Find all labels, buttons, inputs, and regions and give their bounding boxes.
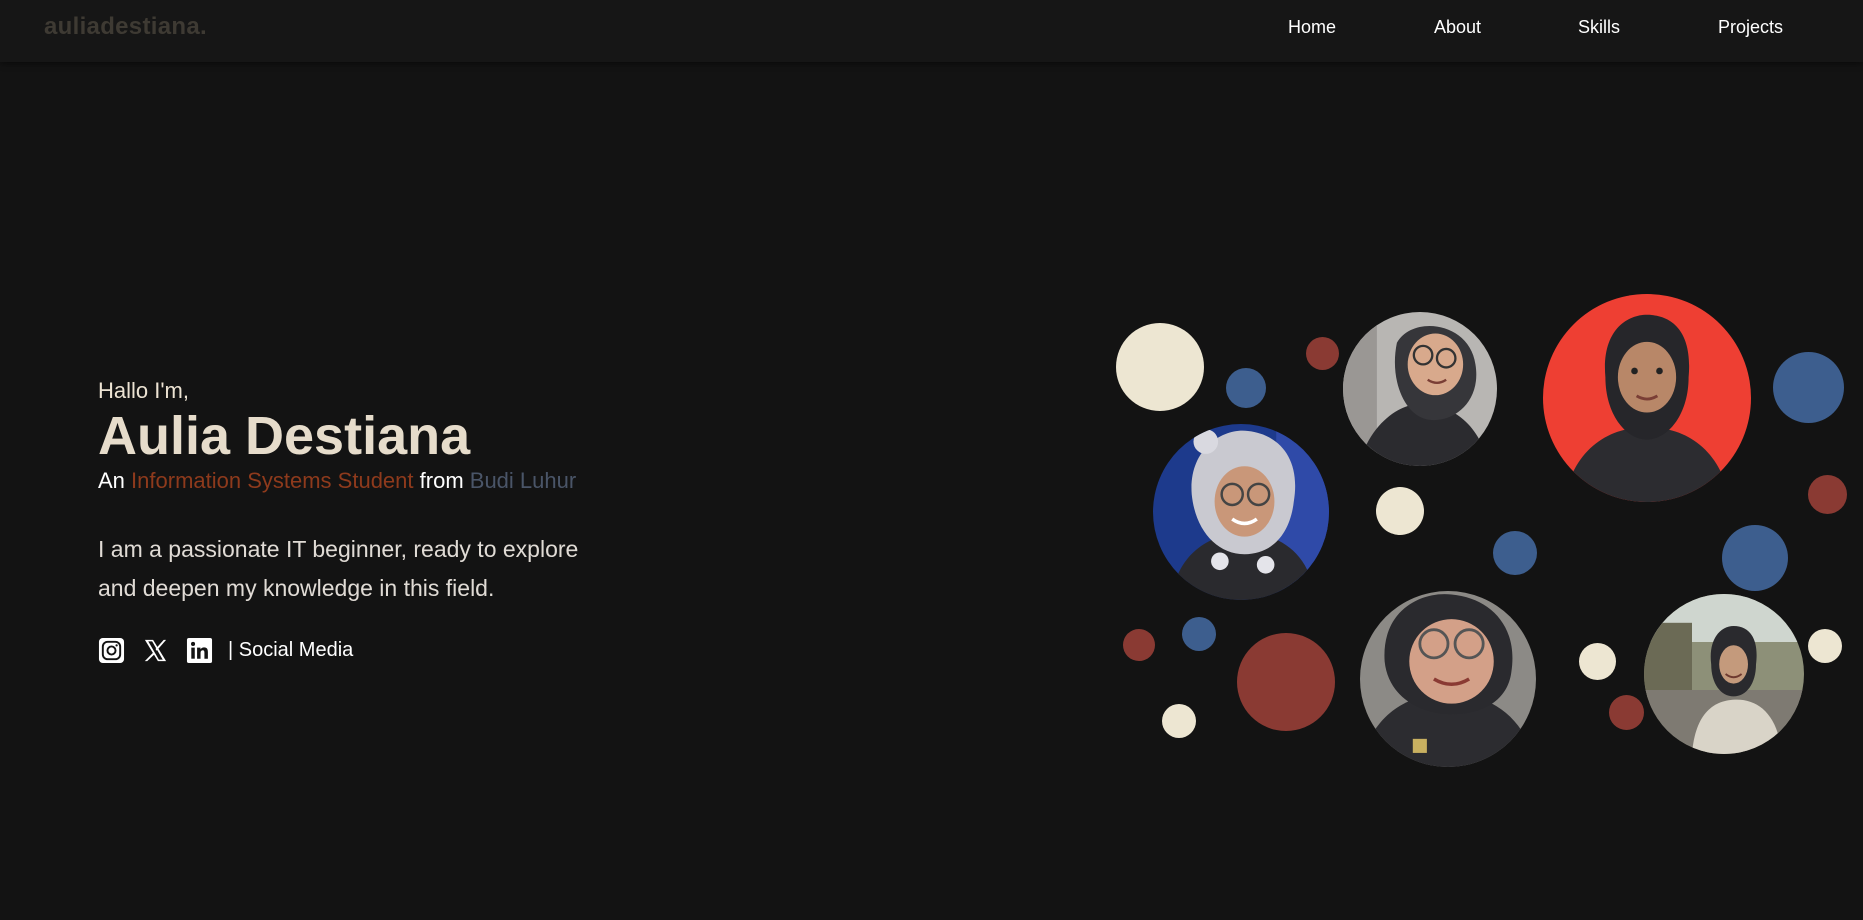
decor-bubble <box>1162 704 1196 738</box>
hero-section: Hallo I'm, Aulia Destiana An Information… <box>98 378 718 664</box>
decor-bubble <box>1579 643 1616 680</box>
profile-photo <box>1644 594 1804 754</box>
decor-bubble <box>1808 475 1847 514</box>
nav-skills-link[interactable]: Skills <box>1578 17 1620 38</box>
tagline-prefix: An <box>98 468 125 493</box>
linkedin-icon[interactable] <box>186 637 213 664</box>
social-media-label: | Social Media <box>228 638 354 661</box>
decor-bubble <box>1773 352 1844 423</box>
brand-logo[interactable]: auliadestiana. <box>44 13 207 41</box>
decor-bubble <box>1493 531 1537 575</box>
decor-bubble <box>1376 487 1424 535</box>
decor-bubble <box>1808 629 1842 663</box>
top-navbar: auliadestiana. Home About Skills Project… <box>0 0 1863 62</box>
decor-bubble <box>1609 695 1644 730</box>
profile-photo <box>1360 591 1536 767</box>
profile-photo <box>1343 312 1497 466</box>
instagram-icon[interactable] <box>98 637 125 664</box>
hero-bio: I am a passionate IT beginner, ready to … <box>98 530 658 608</box>
bio-line-1: I am a passionate IT beginner, ready to … <box>98 536 579 562</box>
decor-bubble <box>1237 633 1335 731</box>
social-links: | Social Media <box>98 636 718 664</box>
nav-about-link[interactable]: About <box>1434 17 1481 38</box>
hero-name: Aulia Destiana <box>98 406 471 466</box>
decor-bubble <box>1306 337 1339 370</box>
nav-home-link[interactable]: Home <box>1288 17 1336 38</box>
decor-bubble <box>1722 525 1788 591</box>
decor-bubble <box>1123 629 1155 661</box>
hero-greeting: Hallo I'm, <box>98 378 189 403</box>
tagline-role: Information Systems Student <box>131 468 414 493</box>
nav-projects-link[interactable]: Projects <box>1718 17 1783 38</box>
decor-bubble <box>1182 617 1216 651</box>
tagline-school: Budi Luhur <box>469 468 577 493</box>
bio-line-2: and deepen my knowledge in this field. <box>98 575 495 601</box>
hero-tagline: An Information Systems Student from Budi… <box>98 468 718 494</box>
profile-photo <box>1543 294 1751 502</box>
profile-photo <box>1153 424 1329 600</box>
x-icon[interactable] <box>142 637 169 664</box>
decor-bubble <box>1226 368 1266 408</box>
decor-bubble <box>1116 323 1204 411</box>
tagline-middle: from <box>419 468 464 493</box>
